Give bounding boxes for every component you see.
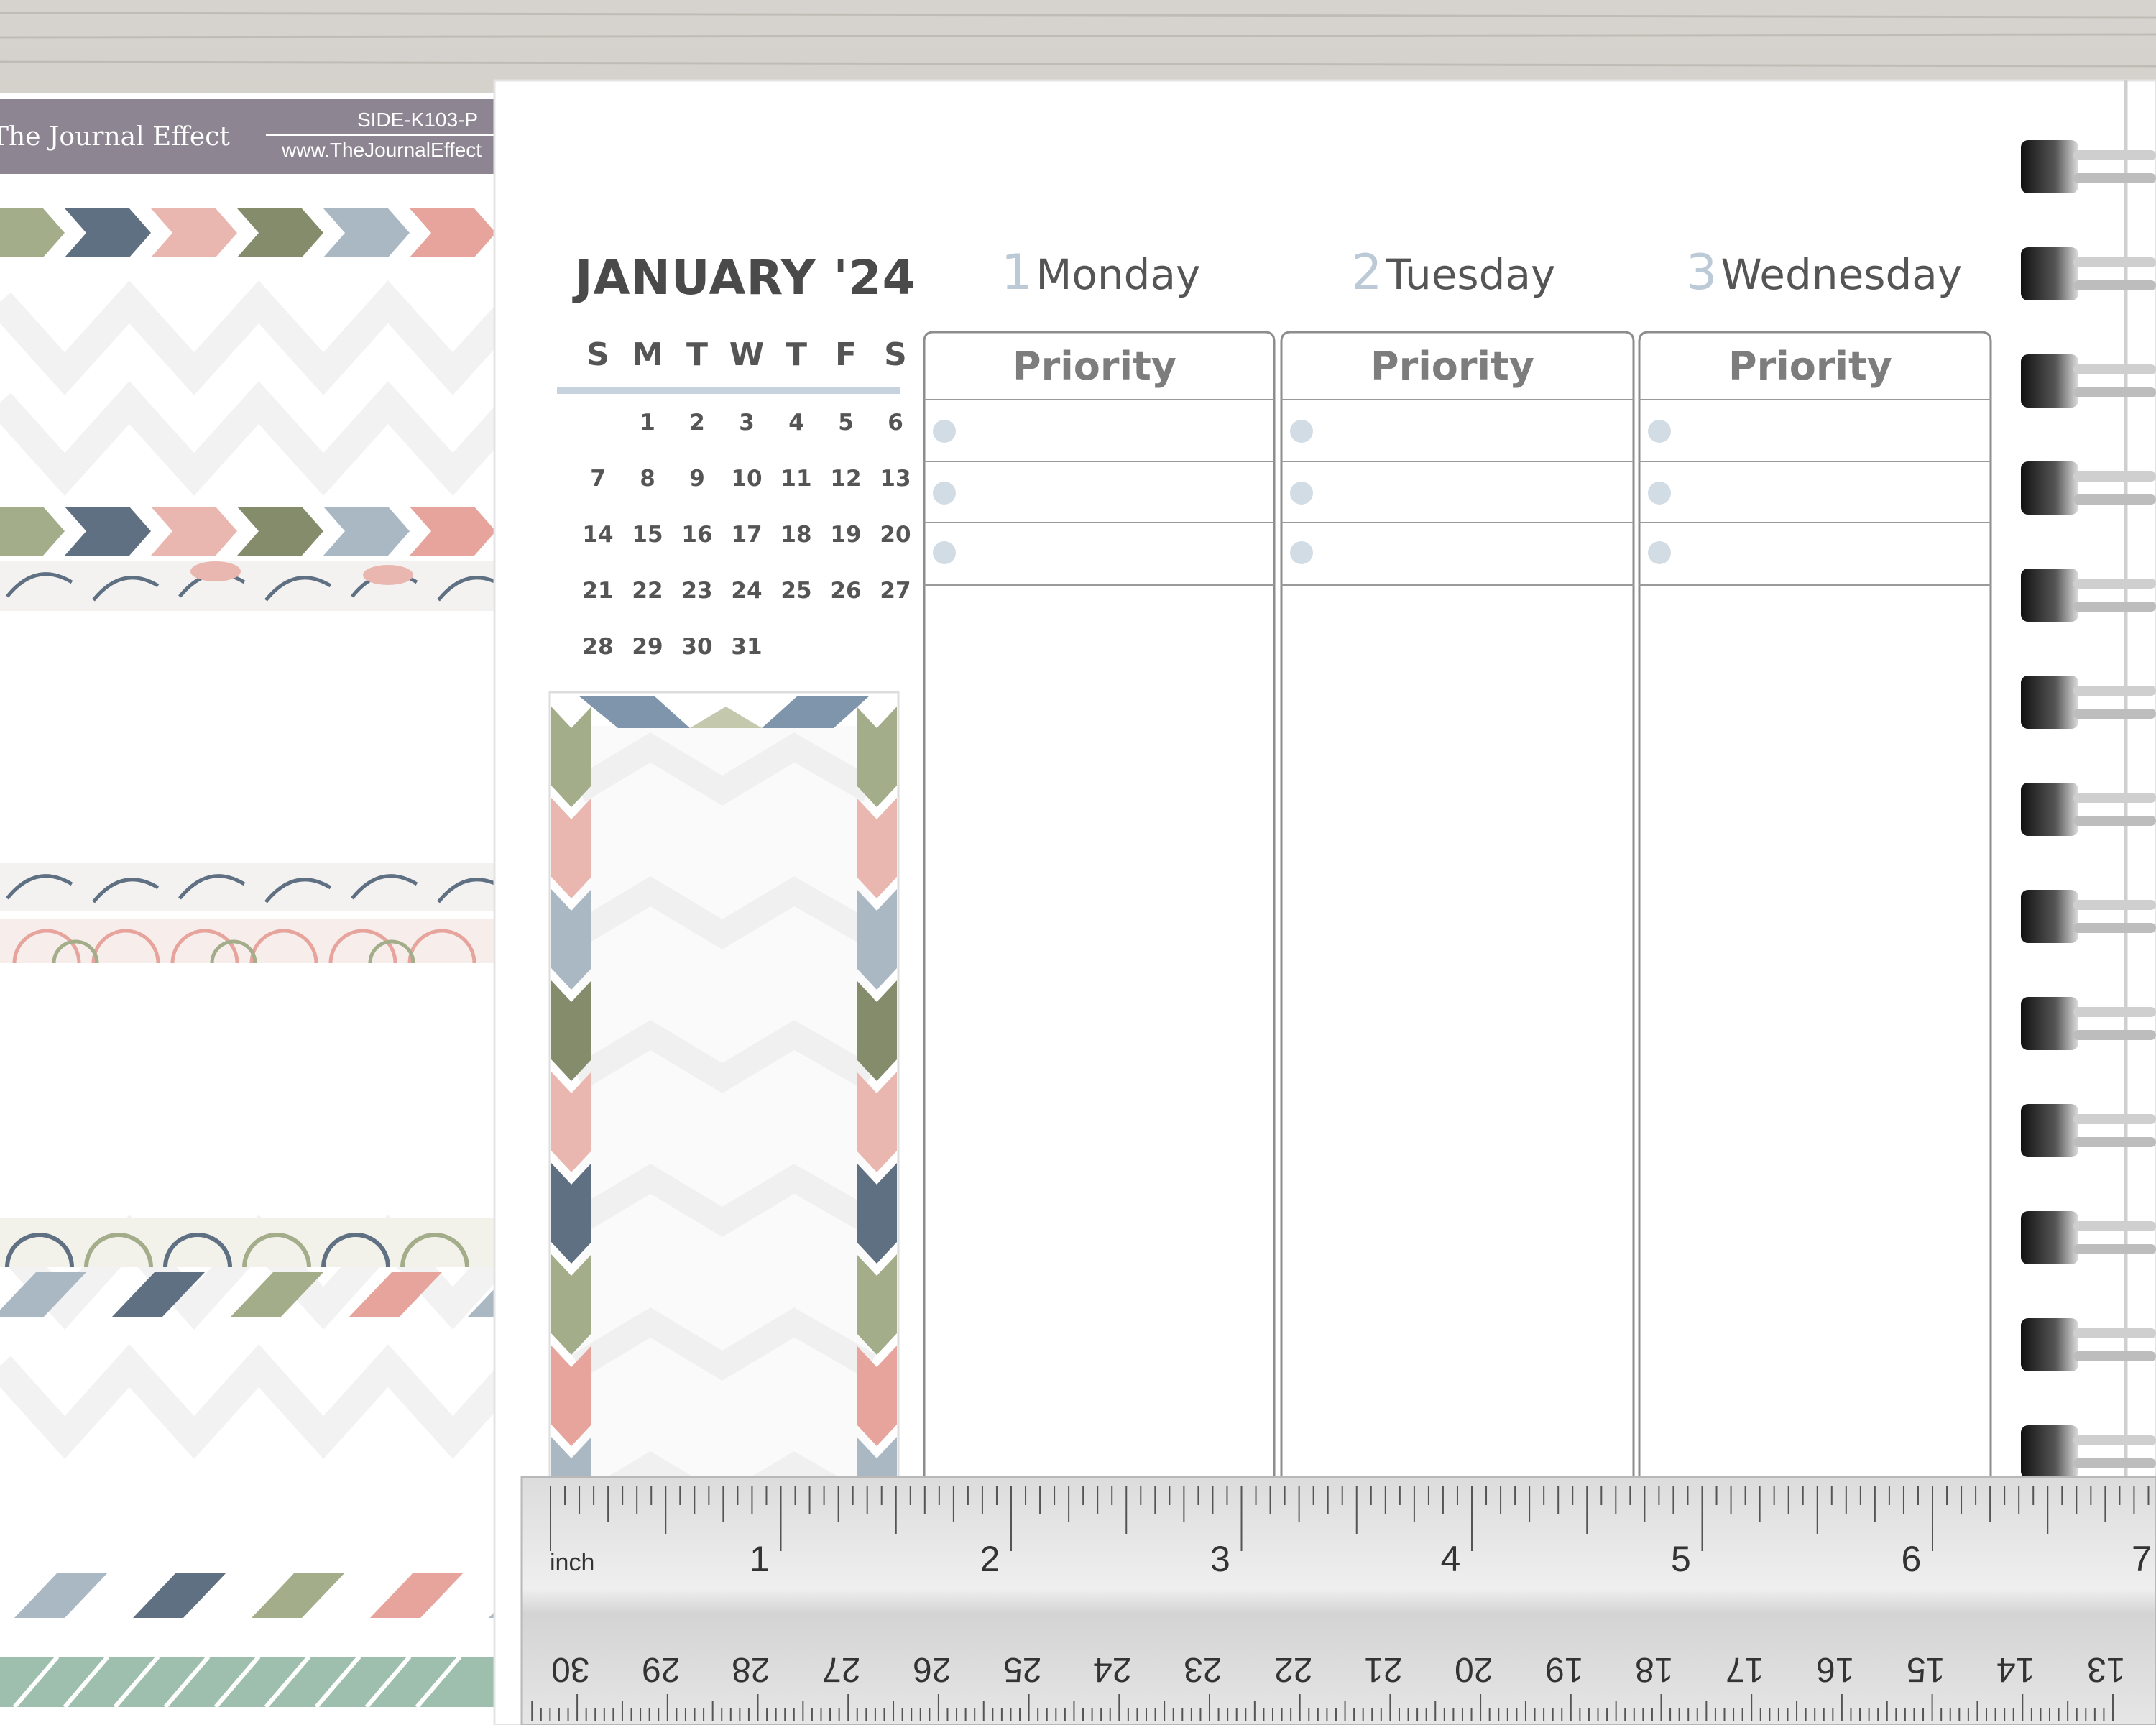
calendar-day: 28 xyxy=(582,634,614,660)
calendar-day: 24 xyxy=(731,578,763,604)
calendar-day: 16 xyxy=(681,522,713,548)
calendar-day: 1 xyxy=(640,410,655,436)
calendar-day: 20 xyxy=(880,522,911,548)
inch-mark-label: 4 xyxy=(1440,1539,1461,1579)
cm-mark-label: 25 xyxy=(1003,1650,1041,1688)
calendar-day: 25 xyxy=(780,578,812,604)
calendar-day: 7 xyxy=(590,466,606,492)
ruler-unit-label: inch xyxy=(550,1549,595,1576)
cm-mark-label: 26 xyxy=(912,1650,952,1688)
calendar-day: 4 xyxy=(788,410,804,436)
day-name: Tuesday xyxy=(1386,250,1556,299)
day-name: Monday xyxy=(1036,250,1201,299)
calendar-day: 12 xyxy=(830,466,862,492)
weekday-header: M xyxy=(632,336,663,373)
calendar-day: 13 xyxy=(880,466,911,492)
cm-mark-label: 13 xyxy=(2086,1650,2126,1688)
calendar-day: 8 xyxy=(640,466,655,492)
day-number: 3 xyxy=(1686,244,1718,301)
arc-strip xyxy=(0,1218,496,1267)
inch-mark-label: 3 xyxy=(1210,1539,1230,1579)
calendar-day: 31 xyxy=(731,634,763,660)
inch-mark-label: 6 xyxy=(1901,1539,1922,1579)
calendar-day: 14 xyxy=(582,522,614,548)
weekday-header: S xyxy=(586,336,609,373)
calendar-day: 6 xyxy=(888,410,903,436)
weekday-header: W xyxy=(729,336,765,373)
calendar-day: 23 xyxy=(681,578,713,604)
weekday-header: T xyxy=(785,336,807,373)
calendar-day: 26 xyxy=(830,578,862,604)
cm-mark-label: 17 xyxy=(1726,1650,1764,1688)
day-number: 2 xyxy=(1351,244,1383,301)
calendar-day: 29 xyxy=(632,634,663,660)
inch-mark-label: 2 xyxy=(980,1539,1000,1579)
cm-mark-label: 29 xyxy=(641,1650,681,1688)
calendar-day: 17 xyxy=(731,522,763,548)
cm-mark-label: 21 xyxy=(1364,1650,1403,1688)
calendar-day: 15 xyxy=(632,522,663,548)
inch-mark-label: 1 xyxy=(750,1539,770,1579)
day-name: Wednesday xyxy=(1720,250,1963,299)
day-number: 1 xyxy=(1001,244,1033,301)
cm-mark-label: 30 xyxy=(551,1650,590,1688)
brand-name: The Journal Effect xyxy=(0,122,230,152)
month-title: JANUARY '24 xyxy=(575,250,916,305)
calendar-day: 18 xyxy=(780,522,812,548)
calendar-day: 5 xyxy=(838,410,854,436)
calendar-day: 22 xyxy=(632,578,663,604)
calendar-day: 10 xyxy=(731,466,763,492)
priority-label: Priority xyxy=(1370,344,1534,389)
priority-label: Priority xyxy=(1013,344,1176,389)
weekday-header: F xyxy=(834,336,857,373)
sku-code: SIDE-K103-P xyxy=(357,109,479,131)
day-header-tuesday: 2 Tuesday xyxy=(1351,244,1555,301)
weekday-header: S xyxy=(884,336,907,373)
inch-mark-label: 5 xyxy=(1671,1539,1691,1579)
cm-mark-label: 15 xyxy=(1906,1650,1945,1688)
feather-strip xyxy=(0,862,496,911)
cm-mark-label: 20 xyxy=(1455,1650,1493,1688)
calendar-day: 9 xyxy=(689,466,705,492)
inch-mark-label: 7 xyxy=(2132,1539,2152,1579)
cm-mark-label: 23 xyxy=(1183,1650,1222,1688)
day-header-wednesday: 3 Wednesday xyxy=(1686,244,1962,301)
calendar-day: 30 xyxy=(681,634,713,660)
cm-mark-label: 27 xyxy=(822,1650,861,1688)
weekday-header: T xyxy=(686,336,708,373)
photo-scene: The Journal Effect SIDE-K103-P www.TheJo… xyxy=(0,0,2156,1725)
priority-label: Priority xyxy=(1728,344,1892,389)
website-url: www.TheJournalEffect xyxy=(282,139,482,161)
cm-mark-label: 19 xyxy=(1544,1650,1584,1688)
calendar-day: 27 xyxy=(880,578,911,604)
cm-mark-label: 24 xyxy=(1093,1650,1132,1688)
calendar-day: 21 xyxy=(582,578,614,604)
cm-mark-label: 18 xyxy=(1635,1650,1674,1688)
feather-strip xyxy=(0,561,496,611)
day-header-monday: 1 Monday xyxy=(1001,244,1200,301)
calendar-day: 3 xyxy=(739,410,755,436)
cm-mark-label: 14 xyxy=(1996,1650,2035,1688)
cm-mark-label: 22 xyxy=(1273,1650,1312,1688)
cm-mark-label: 16 xyxy=(1815,1650,1855,1688)
calendar-day: 19 xyxy=(830,522,862,548)
calendar-day: 2 xyxy=(689,410,705,436)
calendar-day: 11 xyxy=(780,466,812,492)
cm-mark-label: 28 xyxy=(732,1650,770,1688)
